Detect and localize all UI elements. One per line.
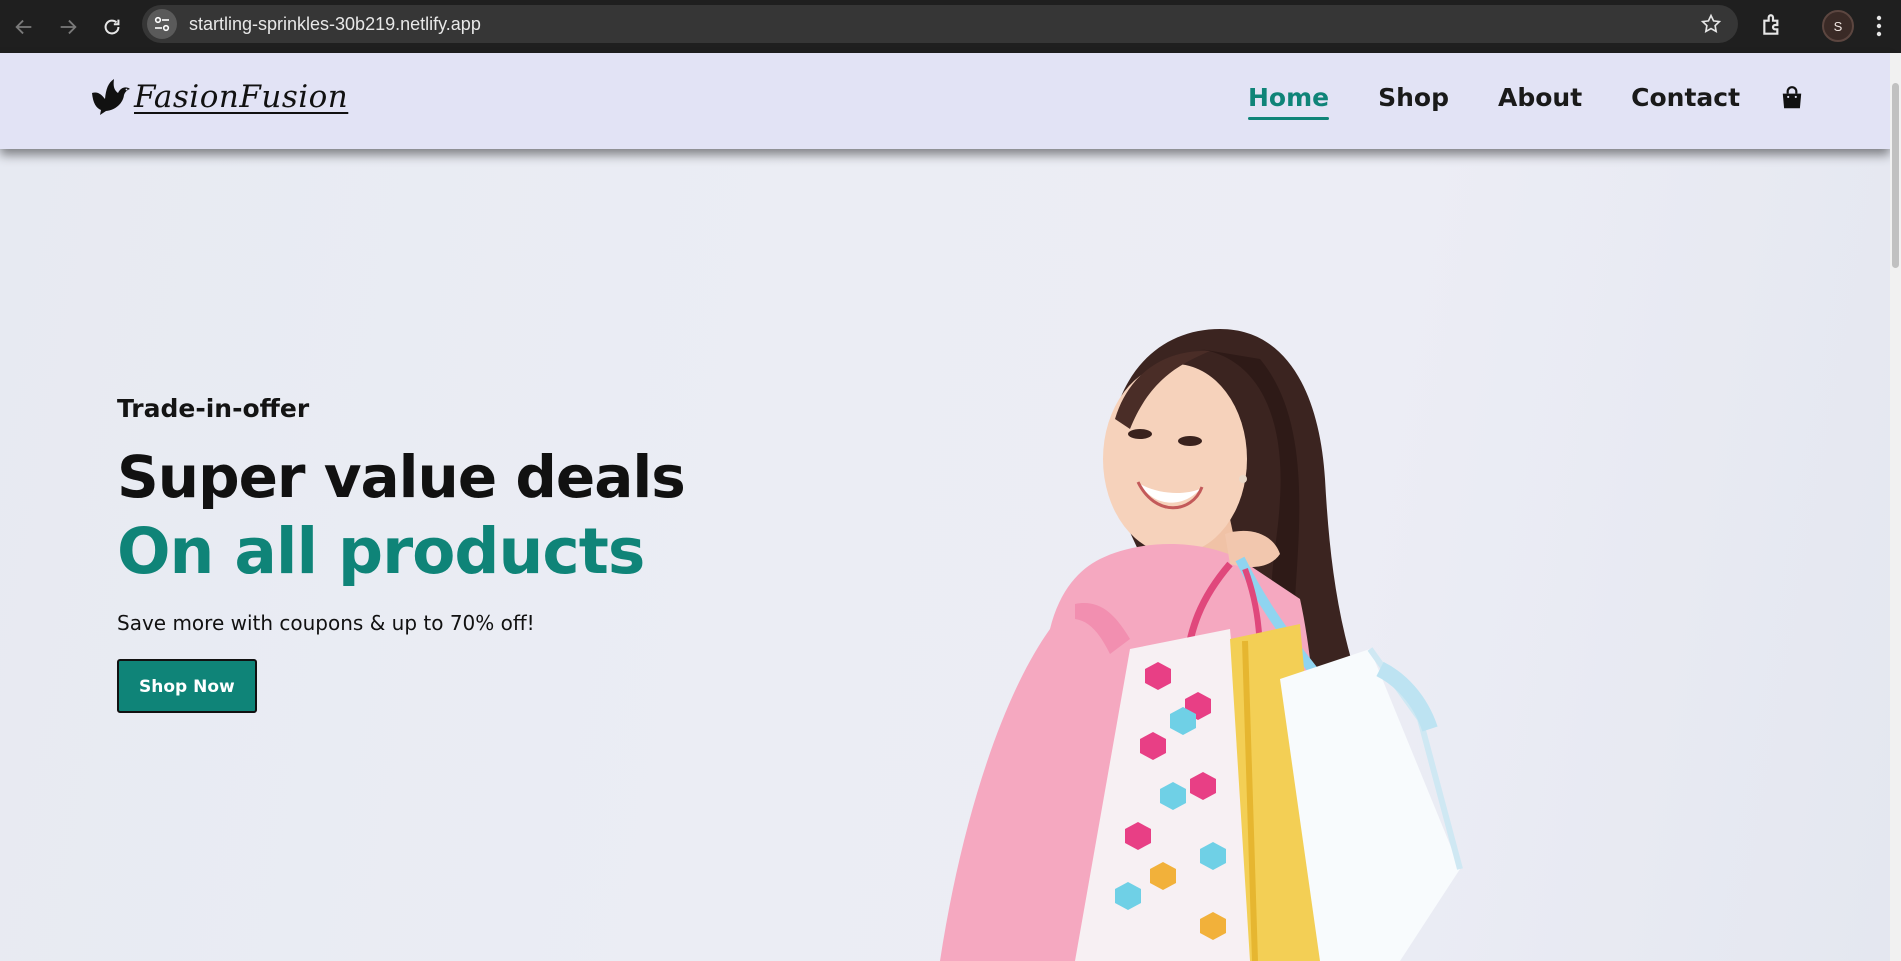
address-bar[interactable]: startling-sprinkles-30b219.netlify.app — [142, 5, 1738, 43]
more-menu-icon[interactable] — [1872, 13, 1886, 39]
nav-link-about[interactable]: About — [1498, 83, 1582, 112]
logo-wordmark: FasionFusion — [134, 79, 349, 115]
reload-icon — [104, 19, 120, 34]
hero-kicker: Trade-in-offer — [117, 394, 310, 423]
back-arrow-icon — [15, 19, 32, 34]
hero-banner: Trade-in-offer Super value deals On all … — [0, 149, 1890, 961]
dove-logo-icon — [92, 79, 130, 115]
site-header: FasionFusion Home Shop About Contact — [0, 53, 1890, 149]
site-settings-button[interactable] — [147, 9, 177, 39]
site-logo[interactable]: FasionFusion — [90, 77, 348, 117]
main-nav: Home Shop About Contact — [1248, 83, 1805, 120]
hero-subtext: Save more with coupons & up to 70% off! — [117, 611, 535, 635]
profile-avatar[interactable]: S — [1822, 10, 1854, 42]
forward-button[interactable] — [48, 7, 88, 47]
nav-link-contact[interactable]: Contact — [1631, 83, 1740, 112]
site-settings-icon — [154, 16, 170, 32]
extensions-icon[interactable] — [1760, 12, 1786, 38]
nav-link-home[interactable]: Home — [1248, 83, 1330, 120]
back-button[interactable] — [4, 7, 44, 47]
scrollbar-thumb[interactable] — [1892, 83, 1899, 268]
hero-headline: Super value deals — [117, 443, 686, 511]
url-text[interactable]: startling-sprinkles-30b219.netlify.app — [189, 14, 481, 35]
page-scrollbar[interactable] — [1890, 53, 1901, 961]
hero-headline-accent: On all products — [117, 515, 645, 588]
nav-link-shop[interactable]: Shop — [1378, 83, 1449, 112]
hero-text-block: Trade-in-offer Super value deals On all … — [117, 394, 686, 713]
shopping-bag-icon[interactable] — [1779, 85, 1805, 111]
forward-arrow-icon — [60, 19, 77, 34]
browser-toolbar: startling-sprinkles-30b219.netlify.app S — [0, 0, 1901, 53]
bookmark-star-icon[interactable] — [1700, 13, 1722, 35]
shop-now-button[interactable]: Shop Now — [117, 659, 257, 713]
hero-model-image — [940, 329, 1463, 961]
reload-button[interactable] — [92, 7, 132, 47]
